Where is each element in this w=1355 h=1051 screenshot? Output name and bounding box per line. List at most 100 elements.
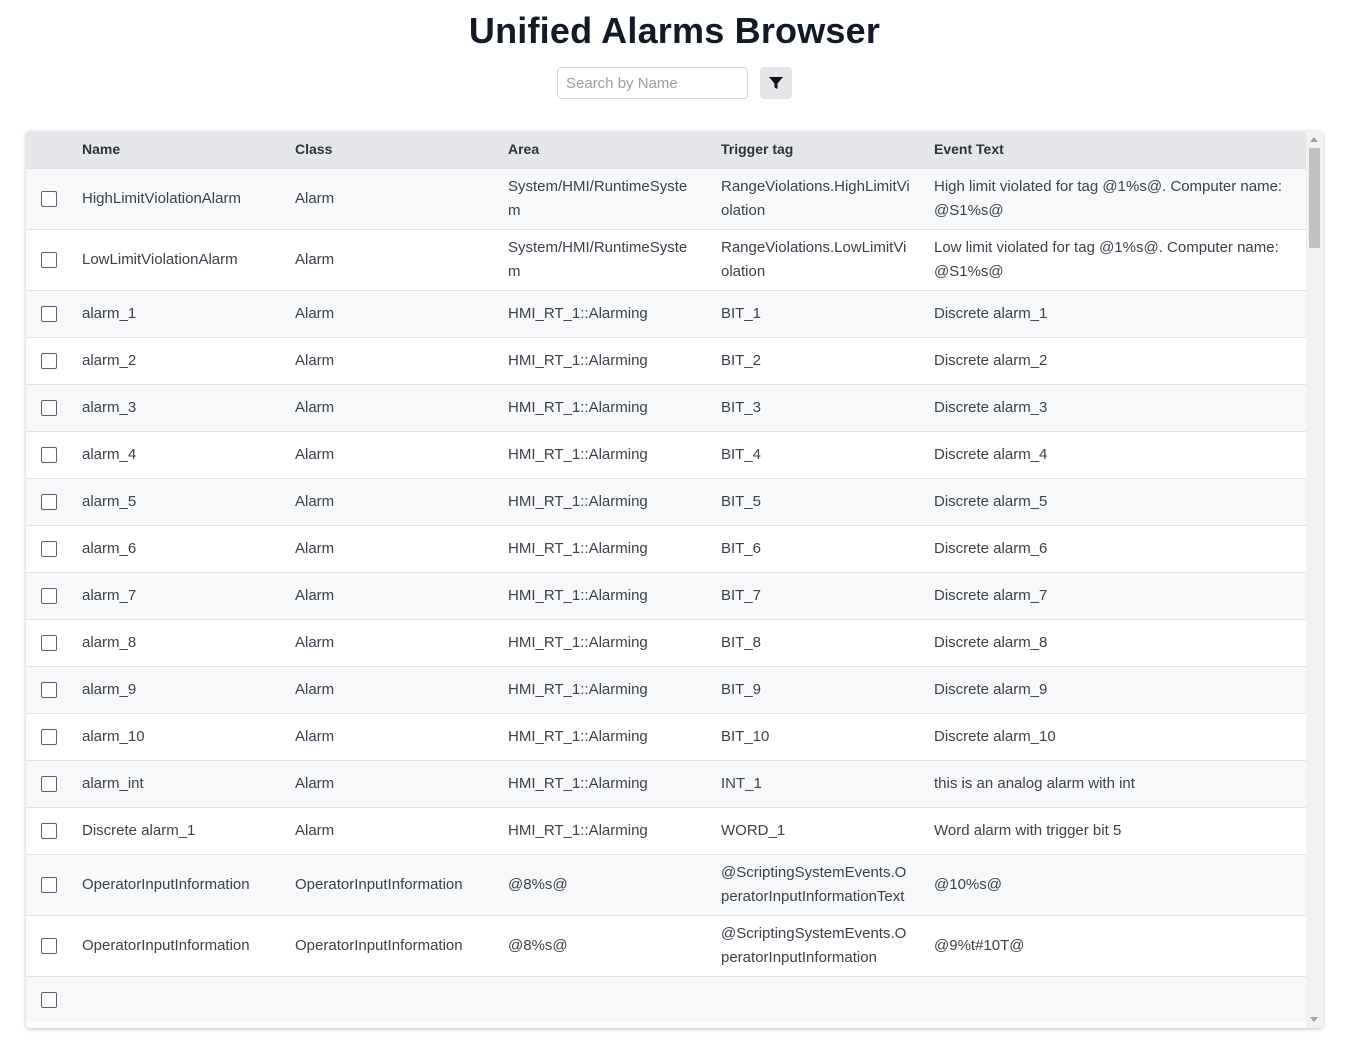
cell-event-text: Discrete alarm_10 (921, 712, 1306, 760)
table-row[interactable]: alarm_1 Alarm HMI_RT_1::Alarming BIT_1 Discr… (26, 289, 1306, 337)
scrollbar-thumb[interactable] (1309, 148, 1320, 248)
row-checkbox[interactable] (41, 446, 57, 463)
row-checkbox[interactable] (41, 876, 57, 893)
row-checkbox[interactable] (41, 305, 57, 322)
table-row[interactable]: alarm_8 Alarm HMI_RT_1::Alarming BIT_8 Discr… (26, 618, 1306, 666)
cell-class: Alarm (282, 289, 495, 337)
row-checkbox[interactable] (41, 991, 57, 1008)
alarms-table-scroll: Name Class Area Trigger tag Event Text H… (26, 131, 1306, 1028)
cell-area: HMI_RT_1::Alarming (495, 665, 708, 713)
search-input[interactable] (557, 67, 748, 99)
cell-event-text: Discrete alarm_9 (921, 665, 1306, 713)
cell-event-text: Discrete alarm_8 (921, 618, 1306, 666)
cell-class: Alarm (282, 618, 495, 666)
cell-class (282, 975, 495, 1023)
row-checkbox[interactable] (41, 937, 57, 954)
filter-icon (769, 77, 783, 89)
cell-class: Alarm (282, 167, 495, 229)
table-row[interactable]: alarm_2 Alarm HMI_RT_1::Alarming BIT_2 Discr… (26, 336, 1306, 384)
cell-area: HMI_RT_1::Alarming (495, 571, 708, 619)
cell-area: @8%s@ (495, 914, 708, 976)
cell-area: HMI_RT_1::Alarming (495, 336, 708, 384)
filter-button[interactable] (760, 67, 792, 99)
cell-name: alarm_7 (69, 571, 282, 619)
cell-select (26, 914, 69, 976)
row-checkbox[interactable] (41, 728, 57, 745)
cell-name: alarm_8 (69, 618, 282, 666)
column-header-area[interactable]: Area (495, 131, 708, 168)
row-checkbox[interactable] (41, 352, 57, 369)
cell-trigger-tag: RangeViolations.HighLimitViolation (708, 167, 921, 229)
search-bar (557, 67, 792, 99)
cell-name: OperatorInputInformation (69, 853, 282, 915)
scroll-down-arrow-icon[interactable] (1310, 1017, 1318, 1022)
cell-area: @8%s@ (495, 853, 708, 915)
cell-event-text: Discrete alarm_6 (921, 524, 1306, 572)
cell-class: Alarm (282, 228, 495, 290)
column-header-trigger-tag[interactable]: Trigger tag (708, 131, 921, 168)
cell-class: OperatorInputInformation (282, 914, 495, 976)
cell-select (26, 853, 69, 915)
cell-trigger-tag: BIT_2 (708, 336, 921, 384)
table-row[interactable]: Discrete alarm_1 Alarm HMI_RT_1::Alarming W… (26, 806, 1306, 854)
row-checkbox[interactable] (41, 190, 57, 207)
table-row[interactable]: HighLimitViolationAlarm Alarm System/HMI/R… (26, 167, 1306, 229)
cell-class: Alarm (282, 336, 495, 384)
table-row[interactable]: alarm_4 Alarm HMI_RT_1::Alarming BIT_4 Discr… (26, 430, 1306, 478)
cell-select (26, 571, 69, 619)
row-checkbox[interactable] (41, 493, 57, 510)
cell-event-text: Discrete alarm_2 (921, 336, 1306, 384)
cell-trigger-tag (708, 975, 921, 1023)
table-row[interactable]: alarm_int Alarm HMI_RT_1::Alarming INT_1 thi… (26, 759, 1306, 807)
cell-name: alarm_6 (69, 524, 282, 572)
cell-event-text (921, 975, 1306, 1023)
table-row[interactable]: alarm_5 Alarm HMI_RT_1::Alarming BIT_5 Discr… (26, 477, 1306, 525)
cell-area: HMI_RT_1::Alarming (495, 289, 708, 337)
column-header-name[interactable]: Name (69, 131, 282, 168)
column-header-class[interactable]: Class (282, 131, 495, 168)
table-row[interactable]: alarm_6 Alarm HMI_RT_1::Alarming BIT_6 Discr… (26, 524, 1306, 572)
cell-select (26, 477, 69, 525)
cell-trigger-tag: WORD_1 (708, 806, 921, 854)
table-row[interactable]: LowLimitViolationAlarm Alarm System/HMI/Ru… (26, 228, 1306, 290)
table-row[interactable]: OperatorInputInformation OperatorInputInf… (26, 853, 1306, 915)
vertical-scrollbar[interactable] (1306, 131, 1323, 1028)
cell-name: alarm_int (69, 759, 282, 807)
cell-select (26, 665, 69, 713)
table-row[interactable]: OperatorInputInformation OperatorInputInf… (26, 914, 1306, 976)
cell-class: Alarm (282, 571, 495, 619)
cell-area: System/HMI/RuntimeSystem (495, 228, 708, 290)
row-checkbox[interactable] (41, 540, 57, 557)
row-checkbox[interactable] (41, 399, 57, 416)
cell-trigger-tag: @ScriptingSystemEvents.OperatorInputInfo… (708, 914, 921, 976)
cell-area (495, 975, 708, 1023)
cell-trigger-tag: BIT_5 (708, 477, 921, 525)
cell-select (26, 524, 69, 572)
cell-class: Alarm (282, 759, 495, 807)
row-checkbox[interactable] (41, 251, 57, 268)
cell-name: OperatorInputInformation (69, 914, 282, 976)
cell-event-text: Discrete alarm_1 (921, 289, 1306, 337)
cell-trigger-tag: BIT_1 (708, 289, 921, 337)
cell-select (26, 759, 69, 807)
scroll-up-arrow-icon[interactable] (1310, 137, 1318, 142)
alarms-table: Name Class Area Trigger tag Event Text H… (26, 131, 1306, 1023)
table-row[interactable]: alarm_3 Alarm HMI_RT_1::Alarming BIT_3 Discr… (26, 383, 1306, 431)
cell-name (69, 975, 282, 1023)
row-checkbox[interactable] (41, 681, 57, 698)
column-header-event-text[interactable]: Event Text (921, 131, 1306, 168)
cell-name: alarm_5 (69, 477, 282, 525)
cell-name: LowLimitViolationAlarm (69, 228, 282, 290)
cell-trigger-tag: RangeViolations.LowLimitViolation (708, 228, 921, 290)
cell-area: HMI_RT_1::Alarming (495, 477, 708, 525)
table-row[interactable]: alarm_7 Alarm HMI_RT_1::Alarming BIT_7 Discr… (26, 571, 1306, 619)
cell-event-text: Discrete alarm_5 (921, 477, 1306, 525)
row-checkbox[interactable] (41, 587, 57, 604)
table-row[interactable]: alarm_10 Alarm HMI_RT_1::Alarming BIT_10 Dis… (26, 712, 1306, 760)
cell-event-text: Word alarm with trigger bit 5 (921, 806, 1306, 854)
table-row[interactable] (26, 975, 1306, 1023)
table-row[interactable]: alarm_9 Alarm HMI_RT_1::Alarming BIT_9 Discr… (26, 665, 1306, 713)
row-checkbox[interactable] (41, 822, 57, 839)
row-checkbox[interactable] (41, 775, 57, 792)
row-checkbox[interactable] (41, 634, 57, 651)
